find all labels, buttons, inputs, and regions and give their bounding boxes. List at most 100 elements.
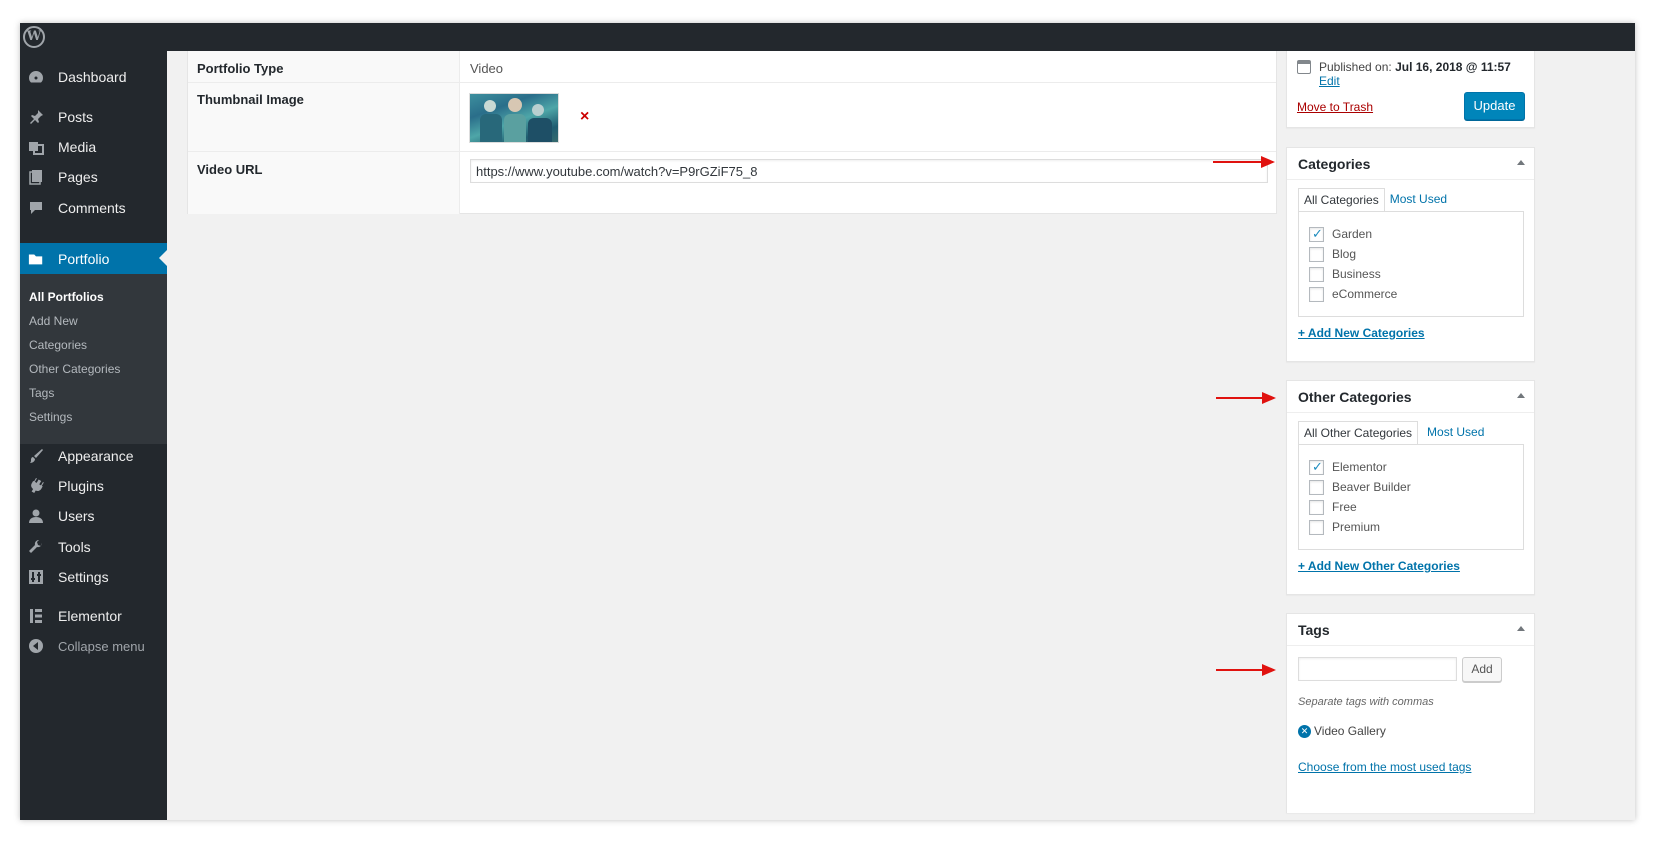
- menu-label: Appearance: [58, 448, 134, 464]
- thumbnail-image[interactable]: [469, 93, 559, 143]
- checkbox[interactable]: [1309, 499, 1324, 515]
- field-row-portfolio-type: Portfolio Type Video: [188, 51, 1276, 83]
- category-option[interactable]: Garden: [1309, 226, 1372, 242]
- menu-item-elementor[interactable]: Elementor: [20, 601, 167, 631]
- tag-item: ✕ Video Gallery: [1298, 724, 1386, 738]
- dashboard-icon: [28, 69, 44, 85]
- tags-header[interactable]: Tags: [1287, 614, 1534, 646]
- menu-label: Tools: [58, 539, 91, 555]
- menu-label: Media: [58, 139, 97, 155]
- category-label: Blog: [1332, 247, 1357, 261]
- remove-tag-icon[interactable]: ✕: [1298, 724, 1311, 738]
- category-label: Beaver Builder: [1332, 480, 1411, 494]
- admin-bar: W: [20, 23, 1635, 51]
- categories-header[interactable]: Categories: [1287, 148, 1534, 180]
- menu-item-pages[interactable]: Pages: [20, 162, 167, 192]
- wp-admin-window: W Dashboard Posts Media Pages Comments P…: [20, 23, 1635, 820]
- checkbox[interactable]: [1309, 266, 1324, 282]
- menu-item-media[interactable]: Media: [20, 132, 167, 162]
- add-new-other-category-link[interactable]: + Add New Other Categories: [1298, 559, 1460, 573]
- update-button[interactable]: Update: [1464, 92, 1525, 120]
- menu-item-plugins[interactable]: Plugins: [20, 471, 167, 501]
- other-category-option[interactable]: Premium: [1309, 519, 1380, 535]
- submenu-categories[interactable]: Categories: [29, 338, 87, 352]
- remove-thumbnail-icon[interactable]: ×: [580, 109, 589, 125]
- checkbox-checked[interactable]: [1309, 459, 1324, 475]
- field-label: Thumbnail Image: [188, 83, 460, 151]
- other-categories-checklist: Elementor Beaver Builder Free Premium: [1298, 444, 1524, 550]
- menu-item-settings[interactable]: Settings: [20, 562, 167, 592]
- video-url-input[interactable]: [470, 159, 1268, 183]
- submenu-add-new[interactable]: Add New: [29, 314, 78, 328]
- brush-icon: [28, 448, 44, 464]
- submenu-settings[interactable]: Settings: [29, 410, 72, 424]
- menu-item-tools[interactable]: Tools: [20, 532, 167, 562]
- other-categories-header[interactable]: Other Categories: [1287, 381, 1534, 413]
- toggle-arrow-icon[interactable]: [1517, 626, 1525, 631]
- category-option[interactable]: eCommerce: [1309, 286, 1397, 302]
- category-label: Premium: [1332, 520, 1381, 534]
- category-option[interactable]: Business: [1309, 266, 1381, 282]
- add-tag-button[interactable]: Add: [1462, 657, 1502, 682]
- category-label: Free: [1332, 500, 1357, 514]
- menu-item-dashboard[interactable]: Dashboard: [20, 62, 167, 92]
- other-category-option[interactable]: Beaver Builder: [1309, 479, 1411, 495]
- categories-metabox: Categories All Categories Most Used Gard…: [1286, 147, 1535, 362]
- most-used-tags-link[interactable]: Choose from the most used tags: [1298, 760, 1471, 774]
- field-row-thumbnail: Thumbnail Image: [188, 83, 1276, 152]
- tab-all-other-categories[interactable]: All Other Categories: [1298, 421, 1419, 445]
- move-to-trash-link[interactable]: Move to Trash: [1297, 100, 1373, 114]
- submenu-tags[interactable]: Tags: [29, 386, 54, 400]
- plug-icon: [28, 478, 44, 494]
- other-categories-tabs: All Other Categories Most Used: [1298, 421, 1489, 445]
- published-on: Published on: Jul 16, 2018 @ 11:57 Edit: [1319, 60, 1534, 88]
- tab-all-categories[interactable]: All Categories: [1298, 188, 1385, 212]
- other-category-option[interactable]: Free: [1309, 499, 1357, 515]
- tab-most-used[interactable]: Most Used: [1418, 421, 1489, 445]
- menu-item-posts[interactable]: Posts: [20, 102, 167, 132]
- field-label: Video URL: [188, 152, 460, 214]
- tags-hint: Separate tags with commas: [1298, 696, 1434, 708]
- collapse-label: Collapse menu: [58, 638, 145, 654]
- checkbox[interactable]: [1309, 519, 1324, 535]
- category-label: eCommerce: [1332, 287, 1398, 301]
- box-title: Tags: [1298, 622, 1330, 638]
- new-tag-input[interactable]: [1298, 657, 1457, 681]
- other-category-option[interactable]: Elementor: [1309, 459, 1387, 475]
- collapse-arrow-icon: [28, 638, 44, 654]
- menu-label: Posts: [58, 109, 94, 125]
- menu-item-appearance[interactable]: Appearance: [20, 441, 167, 471]
- checkbox[interactable]: [1309, 479, 1324, 495]
- checkbox-checked[interactable]: [1309, 226, 1324, 242]
- menu-item-comments[interactable]: Comments: [20, 193, 167, 223]
- toggle-arrow-icon[interactable]: [1517, 393, 1525, 398]
- user-icon: [28, 508, 44, 524]
- menu-item-users[interactable]: Users: [20, 501, 167, 531]
- menu-label: Dashboard: [58, 69, 127, 85]
- menu-label: Comments: [58, 200, 126, 216]
- menu-label: Portfolio: [58, 250, 110, 267]
- media-icon: [28, 139, 44, 155]
- checkbox[interactable]: [1309, 246, 1324, 262]
- wordpress-logo-icon[interactable]: W: [23, 26, 45, 48]
- checkbox[interactable]: [1309, 286, 1324, 302]
- add-new-category-link[interactable]: + Add New Categories: [1298, 326, 1425, 340]
- submenu-all-portfolios[interactable]: All Portfolios: [29, 290, 104, 304]
- tab-most-used[interactable]: Most Used: [1385, 188, 1452, 212]
- collapse-menu-button[interactable]: Collapse menu: [20, 631, 167, 661]
- submenu-other-categories[interactable]: Other Categories: [29, 362, 120, 376]
- admin-sidebar: Dashboard Posts Media Pages Comments Por…: [20, 51, 167, 820]
- edit-date-link[interactable]: Edit: [1319, 74, 1340, 88]
- menu-item-portfolio[interactable]: Portfolio: [20, 243, 167, 274]
- comment-icon: [28, 200, 44, 216]
- toggle-arrow-icon[interactable]: [1517, 160, 1525, 165]
- menu-label: Elementor: [58, 608, 122, 624]
- box-title: Other Categories: [1298, 389, 1412, 405]
- settings-icon: [28, 569, 44, 585]
- calendar-icon: [1297, 60, 1311, 74]
- portfolio-details-metabox: Portfolio Type Video Thumbnail Image × V…: [187, 51, 1277, 214]
- category-option[interactable]: Blog: [1309, 246, 1356, 262]
- wrench-icon: [28, 539, 44, 555]
- tag-label: Video Gallery: [1314, 724, 1386, 738]
- menu-label: Settings: [58, 569, 109, 585]
